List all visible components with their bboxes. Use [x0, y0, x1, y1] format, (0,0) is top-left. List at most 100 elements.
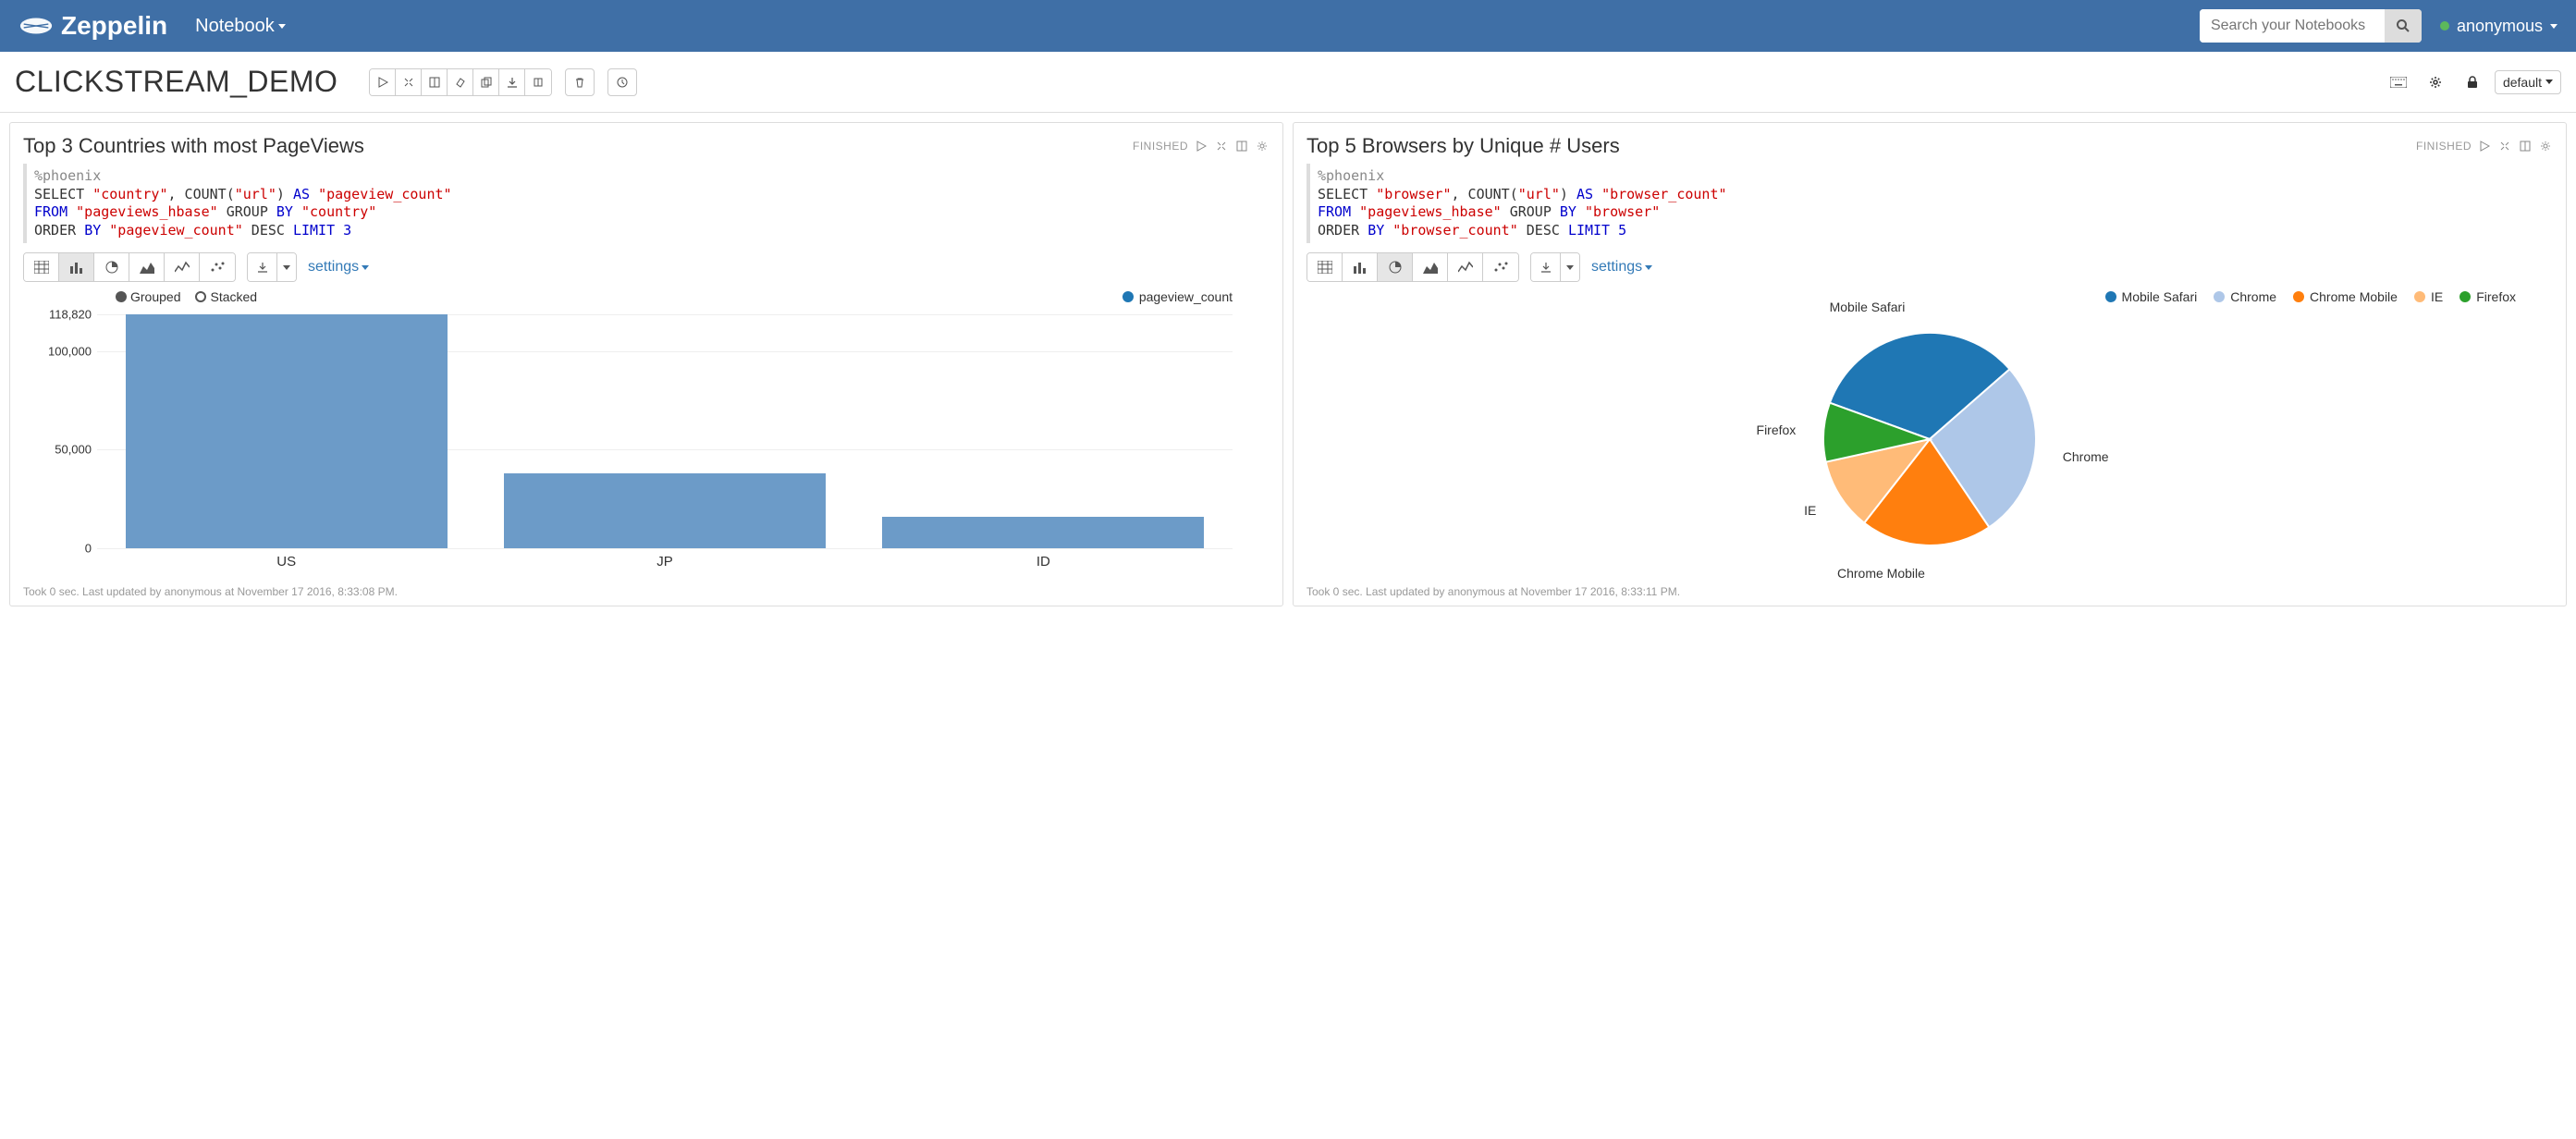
play-icon — [377, 77, 388, 88]
delete-button[interactable] — [565, 68, 595, 96]
code-editor[interactable]: %phoenix SELECT "browser", COUNT("url") … — [1306, 164, 2553, 243]
search-input[interactable] — [2200, 9, 2385, 43]
area-chart-icon — [140, 261, 154, 274]
legend-item[interactable]: Mobile Safari — [2105, 289, 2198, 304]
hide-output-button[interactable] — [2518, 139, 2533, 153]
pie-chart: Mobile Safari Chrome Chrome Mobile IE Firefo… — [1306, 289, 2553, 576]
brand-logo[interactable]: Zeppelin — [18, 11, 167, 41]
legend-item[interactable]: Chrome Mobile — [2293, 289, 2398, 304]
chart-settings-link[interactable]: settings — [1591, 259, 1652, 276]
permissions-button[interactable] — [2458, 68, 2487, 96]
download-data-button[interactable] — [248, 253, 277, 281]
collapse-icon — [403, 77, 414, 88]
version-button[interactable] — [525, 69, 551, 95]
legend-series[interactable]: pageview_count — [1122, 289, 1233, 304]
collapse-icon — [1216, 141, 1227, 152]
download-dropdown-button[interactable] — [1561, 253, 1579, 281]
area-chart-icon — [1423, 261, 1438, 274]
book-icon — [1236, 141, 1247, 152]
download-icon — [257, 262, 268, 273]
keyboard-shortcuts-button[interactable] — [2384, 68, 2413, 96]
download-data-button[interactable] — [1531, 253, 1561, 281]
legend-grouped-toggle[interactable]: Grouped — [116, 289, 180, 304]
viz-table-button[interactable] — [24, 253, 59, 281]
code-editor[interactable]: %phoenix SELECT "country", COUNT("url") … — [23, 164, 1270, 243]
legend-item[interactable]: IE — [2414, 289, 2443, 304]
status-text: FINISHED — [2416, 140, 2472, 153]
legend-item[interactable]: Firefox — [2459, 289, 2516, 304]
bar-chart-icon — [1353, 261, 1368, 274]
paragraph-settings-button[interactable] — [2538, 139, 2553, 153]
search-button[interactable] — [2385, 9, 2422, 43]
viz-scatter-button[interactable] — [1483, 253, 1518, 281]
viz-pie-button[interactable] — [1378, 253, 1413, 281]
user-menu[interactable]: anonymous — [2440, 17, 2558, 36]
eraser-icon — [455, 77, 466, 88]
export-button[interactable] — [499, 69, 525, 95]
run-paragraph-button[interactable] — [2477, 139, 2492, 153]
copy-icon — [481, 77, 492, 88]
y-axis-tick: 100,000 — [48, 344, 92, 358]
viz-area-button[interactable] — [129, 253, 165, 281]
pie-chart-icon — [105, 261, 118, 274]
collapse-icon — [2499, 141, 2510, 152]
show-output-button[interactable] — [422, 69, 448, 95]
notebook-title[interactable]: CLICKSTREAM_DEMO — [15, 65, 337, 99]
gear-icon — [2540, 141, 2551, 152]
table-icon — [1318, 261, 1332, 274]
bar[interactable] — [504, 473, 826, 548]
viz-area-button[interactable] — [1413, 253, 1448, 281]
hide-output-button[interactable] — [1234, 139, 1249, 153]
run-paragraph-button[interactable] — [1194, 139, 1208, 153]
notebook-menu[interactable]: Notebook — [195, 16, 286, 37]
viz-bar-button[interactable] — [1343, 253, 1378, 281]
scatter-chart-icon — [1493, 261, 1508, 274]
search-icon — [2396, 18, 2410, 33]
status-dot-icon — [2440, 21, 2449, 31]
paragraph-title[interactable]: Top 3 Countries with most PageViews — [23, 134, 364, 158]
interpreter-binding-button[interactable] — [2421, 68, 2450, 96]
line-chart-icon — [175, 261, 190, 274]
pie-slice-label: Chrome — [2063, 449, 2109, 464]
status-text: FINISHED — [1133, 140, 1188, 153]
paragraph-settings-button[interactable] — [1255, 139, 1270, 153]
pie-slice-label: Mobile Safari — [1830, 300, 1906, 314]
clock-icon — [617, 77, 628, 88]
scheduler-button[interactable] — [607, 68, 637, 96]
pie-chart-icon — [1389, 261, 1402, 274]
bar[interactable] — [126, 314, 448, 548]
paragraph-footer: Took 0 sec. Last updated by anonymous at… — [1306, 585, 2553, 598]
clone-button[interactable] — [473, 69, 499, 95]
viz-scatter-button[interactable] — [200, 253, 235, 281]
mode-selector[interactable]: default — [2495, 70, 2561, 94]
legend-stacked-toggle[interactable]: Stacked — [195, 289, 257, 304]
hide-editor-button[interactable] — [1214, 139, 1229, 153]
bar[interactable] — [882, 517, 1204, 548]
clear-output-button[interactable] — [448, 69, 473, 95]
hide-editor-button[interactable] — [2497, 139, 2512, 153]
caret-down-icon — [278, 24, 286, 29]
viz-line-button[interactable] — [1448, 253, 1483, 281]
navbar: Zeppelin Notebook anonymous — [0, 0, 2576, 52]
run-all-button[interactable] — [370, 69, 396, 95]
legend-item[interactable]: Chrome — [2214, 289, 2276, 304]
y-axis-tick: 118,820 — [49, 307, 92, 321]
bar-chart-icon — [69, 261, 84, 274]
viz-toolbar: settings — [23, 252, 1270, 282]
viz-line-button[interactable] — [165, 253, 200, 281]
chart-settings-link[interactable]: settings — [308, 259, 369, 276]
viz-pie-button[interactable] — [94, 253, 129, 281]
viz-bar-button[interactable] — [59, 253, 94, 281]
hide-code-button[interactable] — [396, 69, 422, 95]
pie-slice-label: Firefox — [1757, 423, 1797, 437]
paragraph-title[interactable]: Top 5 Browsers by Unique # Users — [1306, 134, 1620, 158]
play-icon — [1196, 141, 1207, 152]
viz-table-button[interactable] — [1307, 253, 1343, 281]
pie-slice-label: Chrome Mobile — [1837, 566, 1925, 581]
download-icon — [507, 77, 518, 88]
paragraph-footer: Took 0 sec. Last updated by anonymous at… — [23, 585, 1270, 598]
paragraph-browsers: Top 5 Browsers by Unique # Users FINISHE… — [1293, 122, 2567, 606]
scatter-chart-icon — [210, 261, 225, 274]
table-icon — [34, 261, 49, 274]
download-dropdown-button[interactable] — [277, 253, 296, 281]
